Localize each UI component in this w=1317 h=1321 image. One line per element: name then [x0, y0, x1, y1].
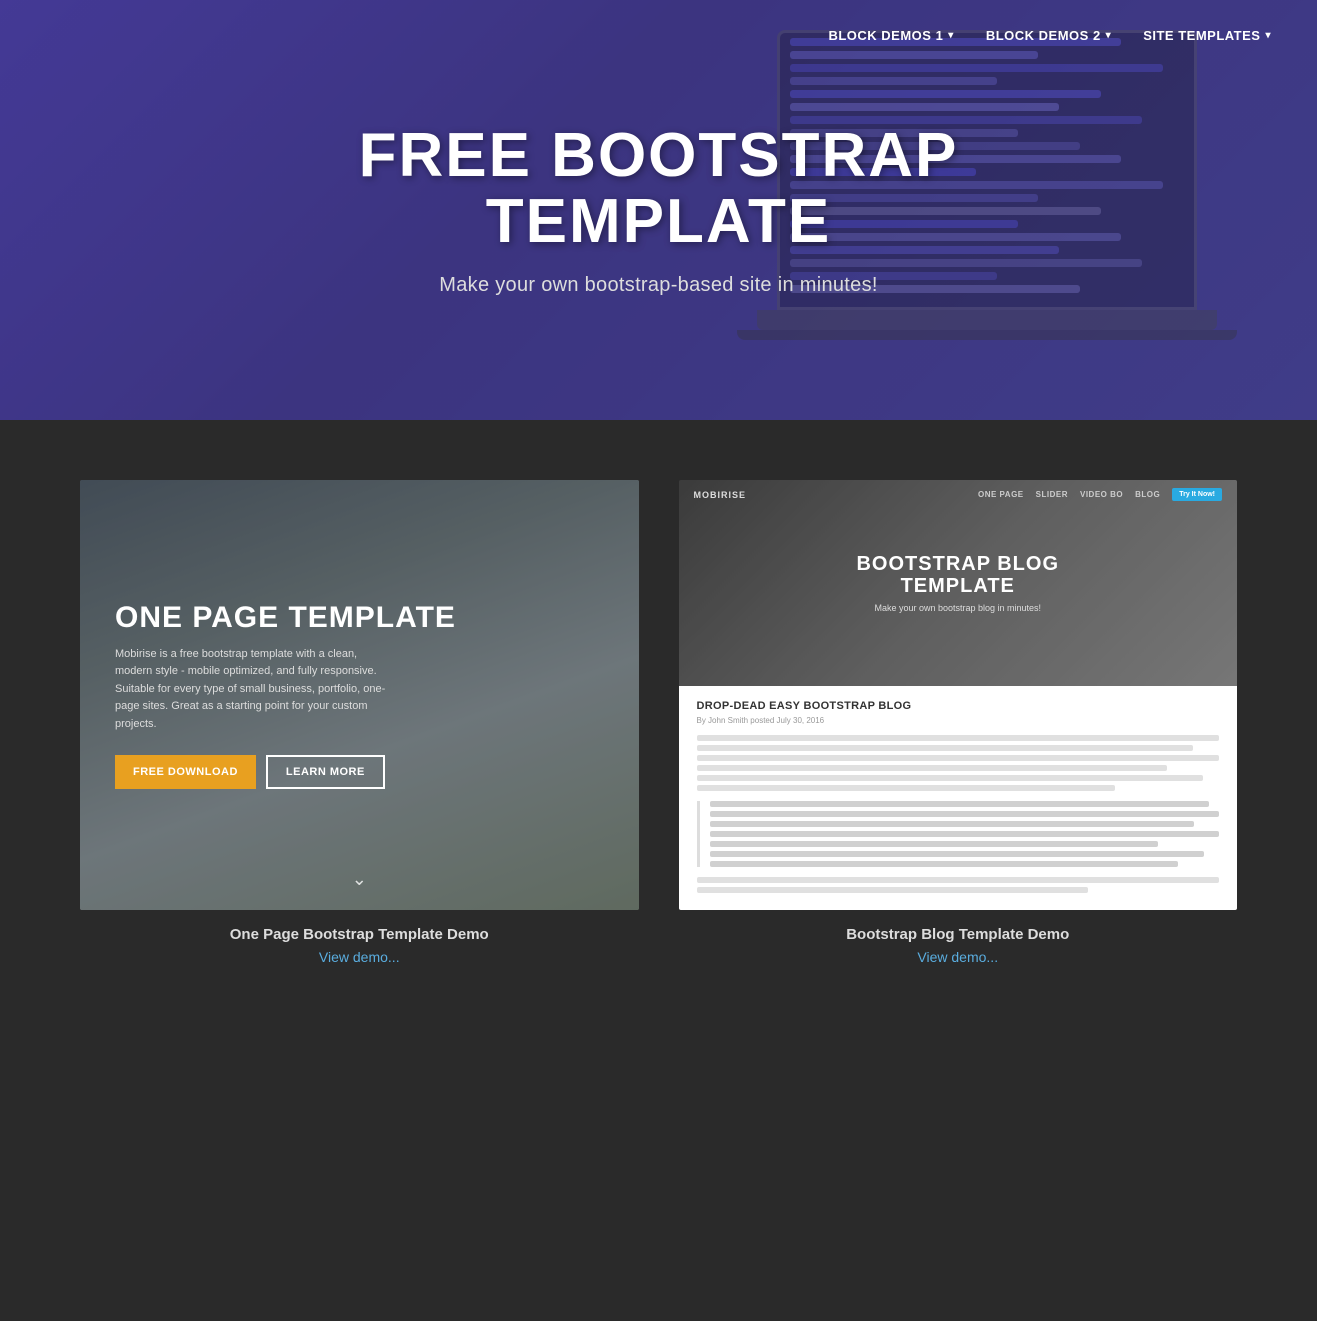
- card-one-page-buttons: FREE DOWNLOAD LEARN MORE: [115, 755, 604, 789]
- card-blog-label: Bootstrap Blog Template Demo: [846, 926, 1069, 943]
- learn-more-button[interactable]: LEARN MORE: [266, 755, 385, 789]
- text-line-7: [697, 877, 1220, 883]
- card-one-page-bg: ONE PAGE TEMPLATE Mobirise is a free boo…: [80, 480, 639, 910]
- text-line-2: [697, 745, 1193, 751]
- nav-block-demos-2[interactable]: BLOCK DEMOS 2 ▾: [970, 18, 1127, 53]
- card-one-page-label: One Page Bootstrap Template Demo: [230, 926, 489, 943]
- card-one-page-title: ONE PAGE TEMPLATE: [115, 601, 604, 634]
- cards-grid: ONE PAGE TEMPLATE Mobirise is a free boo…: [80, 480, 1237, 965]
- card-blog-article-title: DROP-DEAD EASY BOOTSTRAP BLOG: [697, 700, 1220, 712]
- scroll-down-icon: ⌄: [352, 869, 367, 890]
- text-line-4: [697, 765, 1167, 771]
- nav-block-demos-1[interactable]: BLOCK DEMOS 1 ▾: [812, 18, 969, 53]
- card-blog-top-subtitle: Make your own bootstrap blog in minutes!: [856, 603, 1059, 613]
- blockquote-line-2: [710, 811, 1220, 817]
- card-blog-nav-link-4: BLOG: [1135, 490, 1160, 499]
- hero-content: FREE BOOTSTRAPTEMPLATE Make your own boo…: [359, 123, 959, 296]
- hero-title: FREE BOOTSTRAPTEMPLATE: [359, 123, 959, 253]
- card-blog-thumbnail: MOBIRISE ONE PAGE SLIDER VIDEO BO BLOG T…: [679, 480, 1238, 910]
- card-blog-nav-brand: MOBIRISE: [694, 490, 747, 500]
- text-line-5: [697, 775, 1204, 781]
- card-blog-nav-link-2: SLIDER: [1036, 490, 1068, 499]
- card-blog-top-title: BOOTSTRAP BLOGTEMPLATE: [856, 553, 1059, 597]
- blockquote-line-5: [710, 841, 1158, 847]
- card-one-page-content: ONE PAGE TEMPLATE Mobirise is a free boo…: [115, 601, 604, 790]
- card-blog-bottom: DROP-DEAD EASY BOOTSTRAP BLOG By John Sm…: [679, 686, 1238, 910]
- text-line-6: [697, 785, 1115, 791]
- card-one-page: ONE PAGE TEMPLATE Mobirise is a free boo…: [80, 480, 639, 965]
- blockquote-line-1: [710, 801, 1209, 807]
- blockquote-line-4: [710, 831, 1220, 837]
- blockquote-line-6: [710, 851, 1204, 857]
- nav-site-templates[interactable]: SITE TEMPLATES ▾: [1127, 18, 1287, 53]
- card-blog-link[interactable]: View demo...: [917, 949, 998, 965]
- card-one-page-link[interactable]: View demo...: [319, 949, 400, 965]
- card-blog-top: MOBIRISE ONE PAGE SLIDER VIDEO BO BLOG T…: [679, 480, 1238, 686]
- card-one-page-thumbnail: ONE PAGE TEMPLATE Mobirise is a free boo…: [80, 480, 639, 910]
- chevron-down-icon: ▾: [1265, 30, 1271, 41]
- text-line-3: [697, 755, 1220, 761]
- card-blog-bg: MOBIRISE ONE PAGE SLIDER VIDEO BO BLOG T…: [679, 480, 1238, 910]
- text-line-8: [697, 887, 1089, 893]
- card-blog: MOBIRISE ONE PAGE SLIDER VIDEO BO BLOG T…: [679, 480, 1238, 965]
- blockquote-line-7: [710, 861, 1179, 867]
- card-blog-top-content: BOOTSTRAP BLOGTEMPLATE Make your own boo…: [856, 553, 1059, 613]
- card-blog-blockquote: [697, 801, 1220, 867]
- free-download-button[interactable]: FREE DOWNLOAD: [115, 755, 256, 789]
- chevron-down-icon: ▾: [948, 30, 954, 41]
- chevron-down-icon: ▾: [1106, 30, 1112, 41]
- main-content: ONE PAGE TEMPLATE Mobirise is a free boo…: [0, 420, 1317, 1045]
- blockquote-line-3: [710, 821, 1194, 827]
- text-line-1: [697, 735, 1220, 741]
- card-one-page-desc: Mobirise is a free bootstrap template wi…: [115, 646, 395, 734]
- card-blog-byline: By John Smith posted July 30, 2016: [697, 716, 1220, 725]
- card-blog-nav: MOBIRISE ONE PAGE SLIDER VIDEO BO BLOG T…: [679, 488, 1238, 501]
- card-blog-nav-link-3: VIDEO BO: [1080, 490, 1123, 499]
- card-blog-nav-cta[interactable]: Try It Now!: [1172, 488, 1222, 501]
- navigation: BLOCK DEMOS 1 ▾ BLOCK DEMOS 2 ▾ SITE TEM…: [782, 0, 1317, 71]
- hero-subtitle: Make your own bootstrap-based site in mi…: [359, 274, 959, 297]
- card-blog-nav-link-1: ONE PAGE: [978, 490, 1024, 499]
